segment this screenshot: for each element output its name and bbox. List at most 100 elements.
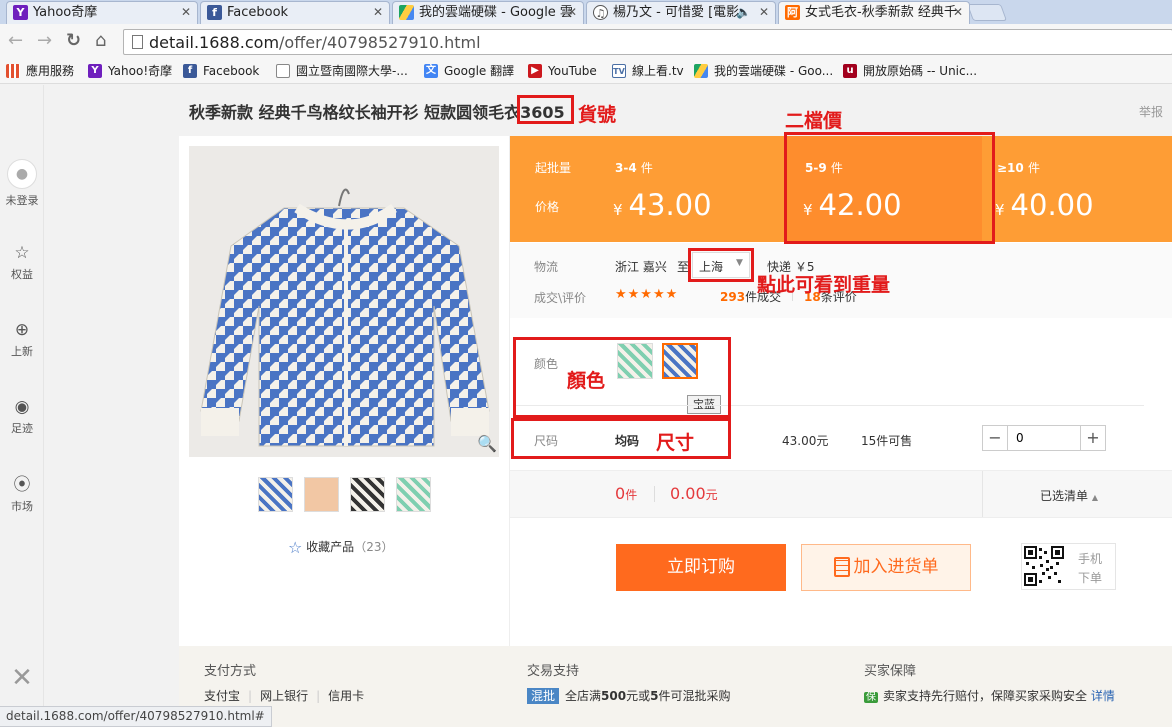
sidebar-item-login[interactable]: ● 未登录 bbox=[0, 159, 44, 208]
address-bar[interactable]: detail.1688.com/offer/40798527910.html bbox=[123, 29, 1172, 55]
rating-stars: ★★★★★ bbox=[615, 287, 679, 302]
product-main-image[interactable]: 🔍 bbox=[189, 146, 499, 457]
buy-now-button[interactable]: 立即订购 bbox=[616, 544, 786, 591]
new-tab-button[interactable] bbox=[966, 4, 1008, 21]
caret-up-icon: ▲ bbox=[1091, 493, 1098, 502]
bookmark-apps[interactable]: 應用服務 bbox=[6, 61, 74, 81]
yahoo-icon: Y bbox=[88, 64, 102, 78]
tab-label: Yahoo奇摩 bbox=[33, 5, 98, 20]
summary-divider-right bbox=[982, 471, 983, 517]
reload-icon[interactable]: ↻ bbox=[66, 31, 81, 51]
star-outline-icon: ☆ bbox=[14, 243, 30, 263]
close-icon[interactable]: ✕ bbox=[181, 2, 191, 23]
unicode-icon: u bbox=[843, 64, 857, 78]
speaker-icon: 🔈 bbox=[736, 5, 751, 19]
thumbnail-black[interactable] bbox=[350, 477, 385, 512]
bookmark-unicode[interactable]: u 開放原始碼 -- Unic... bbox=[843, 61, 977, 81]
location-pin-icon: ⦿ bbox=[13, 475, 31, 495]
tier3-price: ¥40.00 bbox=[995, 188, 1094, 222]
report-link[interactable]: 举报 bbox=[1139, 103, 1163, 120]
browser-status-bar: detail.1688.com/offer/40798527910.html# bbox=[0, 706, 272, 727]
close-icon[interactable]: ✕ bbox=[953, 2, 963, 23]
avatar-icon: ● bbox=[7, 159, 37, 189]
shield-icon: 保 bbox=[864, 692, 878, 703]
sidebar-item-benefits[interactable]: ☆ 权益 bbox=[0, 243, 44, 282]
tier1-price: ¥43.00 bbox=[613, 188, 712, 222]
close-icon[interactable]: ✕ bbox=[759, 2, 769, 23]
back-arrow-icon[interactable]: ← bbox=[8, 31, 23, 51]
facebook-icon: f bbox=[183, 64, 197, 78]
bookmarks-bar: 應用服務 Y Yahoo!奇摩 f Facebook 國立暨南國際大學-... … bbox=[0, 59, 1172, 84]
yahoo-icon: Y bbox=[13, 5, 28, 20]
bookmark-label: 應用服務 bbox=[26, 64, 75, 78]
tab-bar: Y Yahoo奇摩 ✕ f Facebook ✕ 我的雲端硬碟 - Google… bbox=[0, 0, 1172, 24]
tab-label: 女式毛衣-秋季新款 经典千 bbox=[805, 5, 957, 20]
page-icon bbox=[276, 64, 290, 78]
zoom-search-icon[interactable]: 🔍 bbox=[477, 434, 497, 453]
thumbnail-peach[interactable] bbox=[304, 477, 339, 512]
left-sidebar: ● 未登录 ☆ 权益 ⊕ 上新 ◉ 足迹 ⦿ 市场 ✕ bbox=[0, 85, 44, 727]
sidebar-item-label: 未登录 bbox=[5, 194, 39, 207]
payment-title: 支付方式 bbox=[204, 664, 257, 679]
qty-input[interactable] bbox=[1008, 425, 1080, 451]
home-icon[interactable]: ⌂ bbox=[95, 31, 106, 51]
bookmark-google-drive[interactable]: 我的雲端硬碟 - Goo... bbox=[694, 61, 833, 81]
thumbnail-blue[interactable] bbox=[258, 477, 293, 512]
price-label: 价格 bbox=[535, 200, 560, 214]
annotation-box-color bbox=[513, 337, 731, 418]
annotation-weight: 點此可看到重量 bbox=[757, 274, 891, 296]
annotation-item-no: 貨號 bbox=[578, 104, 617, 126]
deals-label: 成交\评价 bbox=[534, 291, 587, 305]
url-text: detail.1688.com/offer/40798527910.html bbox=[149, 33, 481, 52]
bookmark-label: 我的雲端硬碟 - Goo... bbox=[714, 64, 834, 78]
tab-product[interactable]: 阿 女式毛衣-秋季新款 经典千 ✕ bbox=[778, 1, 970, 24]
qty-minus-button[interactable]: − bbox=[982, 425, 1008, 451]
sidebar-close-button[interactable]: ✕ bbox=[0, 663, 44, 693]
sidebar-item-new[interactable]: ⊕ 上新 bbox=[0, 320, 44, 359]
star-outline-icon: ☆ bbox=[288, 538, 303, 557]
add-to-cart-button[interactable]: 加入进货单 bbox=[801, 544, 971, 591]
tab-yahoo[interactable]: Y Yahoo奇摩 ✕ bbox=[6, 1, 198, 24]
plus-circle-icon: ⊕ bbox=[14, 320, 30, 340]
annotation-box-ship-to bbox=[688, 248, 754, 282]
facebook-icon: f bbox=[207, 5, 222, 20]
close-icon[interactable]: ✕ bbox=[567, 2, 577, 23]
trade-support-text: 混批 全店满500元或5件可混批采购 bbox=[527, 687, 730, 704]
selected-list-toggle[interactable]: 已选清单 ▲ bbox=[1040, 487, 1098, 504]
bookmark-label: Yahoo!奇摩 bbox=[108, 64, 173, 78]
favorite-count: （23） bbox=[354, 540, 394, 554]
bookmark-label: 國立暨南國際大學-... bbox=[296, 64, 408, 78]
product-title-text: 秋季新款 经典千鸟格纹长袖开衫 短款圆领毛衣 bbox=[189, 103, 521, 122]
mixed-batch-badge: 混批 bbox=[527, 688, 560, 704]
close-icon[interactable]: ✕ bbox=[373, 2, 383, 23]
bookmark-tv[interactable]: TV 線上看.tv bbox=[612, 61, 684, 81]
bookmark-google-translate[interactable]: 文 Google 翻譯 bbox=[424, 61, 514, 81]
bookmark-youtube[interactable]: ▶ YouTube bbox=[528, 61, 597, 81]
bookmark-ncnu[interactable]: 國立暨南國際大學-... bbox=[276, 61, 408, 81]
tab-label: 我的雲端硬碟 - Google 雲 bbox=[419, 5, 573, 20]
sidebar-item-footprint[interactable]: ◉ 足迹 bbox=[0, 397, 44, 436]
tab-google-drive[interactable]: 我的雲端硬碟 - Google 雲 ✕ bbox=[392, 1, 584, 24]
qty-plus-button[interactable]: + bbox=[1080, 425, 1106, 451]
close-icon: ✕ bbox=[11, 663, 33, 693]
favorite-product-link[interactable]: ☆ 收藏产品（23） bbox=[288, 538, 393, 557]
annotation-second-tier: 二檔價 bbox=[785, 110, 843, 132]
tab-music[interactable]: ♫ 楊乃文 - 可惜愛 [電影 🔈 ✕ bbox=[586, 1, 776, 24]
annotation-box-size bbox=[511, 418, 731, 459]
mobile-order-label: 下单 bbox=[1078, 571, 1103, 585]
clipboard-icon bbox=[833, 557, 850, 577]
selected-total: 0.00元 bbox=[670, 484, 718, 503]
sidebar-item-label: 足迹 bbox=[11, 422, 33, 435]
bookmark-yahoo[interactable]: Y Yahoo!奇摩 bbox=[88, 61, 172, 81]
thumbnail-green[interactable] bbox=[396, 477, 431, 512]
annotation-box-second-tier bbox=[784, 132, 995, 244]
tab-facebook[interactable]: f Facebook ✕ bbox=[200, 1, 390, 24]
google-translate-icon: 文 bbox=[424, 64, 438, 78]
buyer-protection-details-link[interactable]: 详情 bbox=[1091, 689, 1115, 703]
bookmark-label: 線上看.tv bbox=[632, 64, 684, 78]
bookmark-facebook[interactable]: f Facebook bbox=[183, 61, 259, 81]
payment-methods: 支付宝 | 网上银行 | 信用卡 bbox=[204, 689, 365, 703]
logistics-label: 物流 bbox=[534, 260, 559, 274]
sidebar-item-market[interactable]: ⦿ 市场 bbox=[0, 475, 44, 514]
forward-arrow-icon[interactable]: → bbox=[37, 31, 52, 51]
